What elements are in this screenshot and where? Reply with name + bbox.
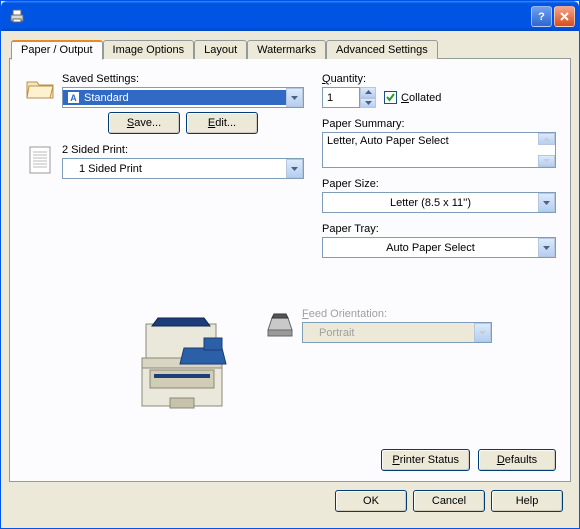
- a-icon: A: [67, 91, 80, 104]
- saved-settings-value: Standard: [84, 92, 129, 104]
- ok-button[interactable]: OK: [335, 490, 407, 512]
- tabpanel-paper-output: Saved Settings: A Standard: [9, 58, 571, 482]
- tab-layout[interactable]: Layout: [194, 40, 247, 59]
- two-sided-value: 1 Sided Print: [63, 162, 286, 176]
- two-sided-label: 2 Sided Print:: [62, 144, 304, 156]
- checkbox-icon: [384, 91, 397, 104]
- cancel-button[interactable]: Cancel: [413, 490, 485, 512]
- tab-image-options[interactable]: Image Options: [103, 40, 195, 59]
- paper-tray-value: Auto Paper Select: [323, 241, 538, 255]
- chevron-down-icon: [474, 323, 491, 342]
- titlebar: ?: [1, 1, 579, 31]
- edit-button[interactable]: Edit...: [186, 112, 258, 134]
- feed-orientation-label: Feed Orientation:: [302, 308, 492, 320]
- svg-text:?: ?: [538, 11, 545, 23]
- tabstrip: Paper / Output Image Options Layout Wate…: [11, 39, 571, 58]
- feed-orientation-select: Portrait: [302, 322, 492, 343]
- chevron-down-icon[interactable]: [360, 98, 376, 109]
- two-sided-select[interactable]: 1 Sided Print: [62, 158, 304, 179]
- quantity-input[interactable]: [322, 87, 360, 108]
- chevron-up-icon[interactable]: [538, 133, 555, 145]
- paper-tray-label: Paper Tray:: [322, 223, 556, 235]
- defaults-button[interactable]: Defaults: [478, 449, 556, 471]
- chevron-down-icon[interactable]: [538, 193, 555, 212]
- tab-advanced-settings[interactable]: Advanced Settings: [326, 40, 438, 59]
- chevron-down-icon[interactable]: [538, 238, 555, 257]
- chevron-up-icon[interactable]: [360, 87, 376, 98]
- saved-settings-block: Saved Settings: A Standard: [24, 73, 304, 134]
- document-icon: [24, 144, 56, 176]
- paper-size-select[interactable]: Letter (8.5 x 11''): [322, 192, 556, 213]
- paper-summary-label: Paper Summary:: [322, 118, 556, 130]
- paper-tray-select[interactable]: Auto Paper Select: [322, 237, 556, 258]
- save-button[interactable]: Save...: [108, 112, 180, 134]
- collated-checkbox[interactable]: Collated: [384, 91, 441, 104]
- tab-paper-output[interactable]: Paper / Output: [11, 40, 103, 60]
- two-sided-block: 2 Sided Print: 1 Sided Print: [24, 144, 304, 179]
- client-area: Paper / Output Image Options Layout Wate…: [1, 31, 579, 528]
- quantity-label: Quantity:: [322, 73, 556, 85]
- paper-summary-value: Letter, Auto Paper Select: [327, 135, 449, 147]
- printer-illustration: [124, 308, 244, 421]
- print-properties-window: ? Paper / Output Image Options Layout Wa…: [0, 0, 580, 529]
- collated-label: Collated: [401, 92, 441, 104]
- printer-icon: [9, 8, 25, 24]
- chevron-down-icon[interactable]: [286, 88, 303, 107]
- printer-status-button[interactable]: Printer Status: [381, 449, 470, 471]
- context-help-button[interactable]: ?: [531, 6, 552, 27]
- paper-size-label: Paper Size:: [322, 178, 556, 190]
- paper-size-value: Letter (8.5 x 11''): [323, 196, 538, 210]
- folder-icon: [24, 73, 56, 105]
- help-button[interactable]: Help: [491, 490, 563, 512]
- chevron-down-icon[interactable]: [538, 155, 555, 167]
- tab-watermarks[interactable]: Watermarks: [247, 40, 326, 59]
- saved-settings-select[interactable]: A Standard: [62, 87, 304, 108]
- paper-summary-box: Letter, Auto Paper Select: [322, 132, 556, 168]
- close-button[interactable]: [554, 6, 575, 27]
- feed-orientation-value: Portrait: [303, 326, 474, 340]
- chevron-down-icon[interactable]: [286, 159, 303, 178]
- quantity-stepper[interactable]: [322, 87, 376, 108]
- scanner-icon: [264, 308, 296, 340]
- saved-settings-label: Saved Settings:: [62, 73, 304, 85]
- preview-area: Feed Orientation: Portrait: [24, 268, 556, 443]
